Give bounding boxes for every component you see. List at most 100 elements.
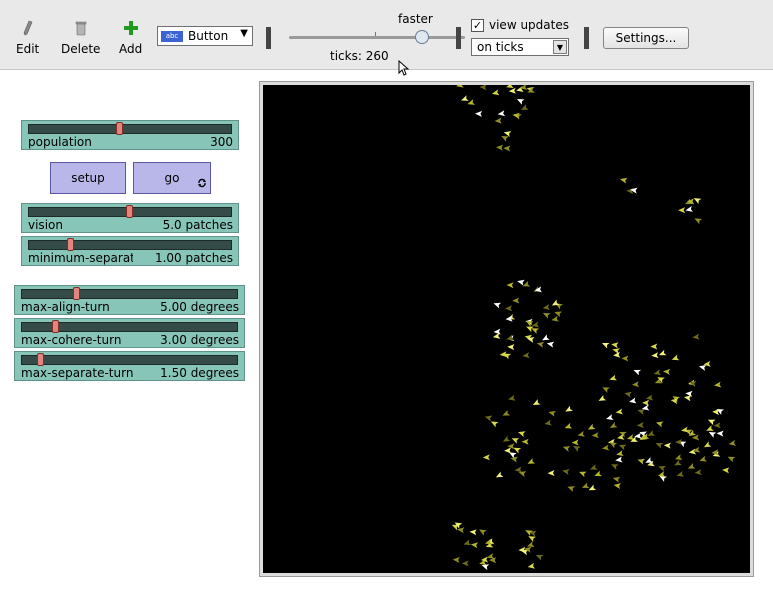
view-updates-checkbox[interactable]: ✓ [471,19,484,32]
slider-label: vision [28,218,63,232]
slider-max-cohere-turn[interactable]: max-cohere-turn 3.00 degrees [14,318,245,348]
plus-icon [119,20,142,36]
turtle [694,469,702,476]
turtle [687,463,696,469]
turtle [535,554,544,561]
turtle [642,399,650,406]
turtle [633,369,642,376]
turtle [490,421,499,428]
add-tool[interactable]: Add [119,20,142,56]
forever-arrows-icon [197,178,207,191]
turtle [713,422,721,429]
turtle [517,279,525,286]
turtle [475,110,483,117]
turtle [567,486,576,492]
slider-value: 1.50 degrees [160,366,239,380]
slider-knob[interactable] [67,238,74,251]
slider-value: 3.00 degrees [160,333,239,347]
turtle [594,470,602,477]
slider-knob[interactable] [116,122,123,135]
turtle [692,333,700,340]
turtle [609,374,617,381]
turtle [606,414,614,420]
turtle [602,387,610,394]
turtle [546,341,555,348]
turtle [503,131,512,137]
update-mode-dropdown[interactable]: on ticks ▼ [471,38,569,56]
turtle [469,529,477,536]
turtle [532,399,541,406]
slider-knob[interactable] [73,287,80,300]
turtle [508,87,517,94]
turtle [611,342,619,349]
turtle [522,352,530,359]
toolbar-divider [266,27,271,49]
ticks-label: ticks: [330,49,362,63]
turtle [527,458,536,464]
turtle [588,484,597,491]
turtle [658,349,667,356]
turtle [716,430,724,437]
toolbar-divider [456,27,461,49]
slider-track[interactable] [21,355,238,365]
slider-track[interactable] [28,240,232,250]
trash-icon [61,20,100,36]
setup-button[interactable]: setup [50,162,126,194]
turtle [520,104,529,110]
slider-knob[interactable] [37,353,44,366]
turtle [507,344,515,351]
turtle [663,442,671,449]
turtle [542,334,550,341]
turtle [663,368,671,375]
turtle [505,305,513,312]
turtle [685,390,693,397]
slider-population[interactable]: population 300 [21,120,239,150]
slider-minimum-separation[interactable]: minimum-separat... 1.00 patches [21,236,239,266]
speed-slider-knob[interactable] [415,30,429,44]
turtle [612,476,621,483]
turtle [615,456,623,463]
slider-knob[interactable] [52,320,59,333]
turtle [510,456,518,463]
turtle [506,282,514,289]
slider-label: max-separate-turn [21,366,134,380]
turtle [609,421,618,428]
turtle [491,89,500,96]
slider-max-align-turn[interactable]: max-align-turn 5.00 degrees [14,285,245,315]
turtle [479,85,487,91]
slider-vision[interactable]: vision 5.0 patches [21,203,239,233]
netlogo-interface: Edit Delete Add abc Button ▼ faster tick… [0,0,773,589]
turtle [636,421,645,428]
turtle [728,439,737,446]
turtle [547,469,555,476]
speed-slider-track[interactable] [289,36,465,39]
go-button[interactable]: go [133,162,211,194]
slider-track[interactable] [21,289,238,299]
slider-track[interactable] [28,124,232,134]
delete-tool[interactable]: Delete [61,20,100,56]
edit-tool[interactable]: Edit [16,20,39,56]
settings-button[interactable]: Settings... [603,27,689,49]
turtle [502,435,511,442]
turtle [493,302,502,309]
turtle [651,352,659,359]
widget-type-dropdown[interactable]: abc Button ▼ [157,26,253,46]
slider-max-separate-turn[interactable]: max-separate-turn 1.50 degrees [14,351,245,381]
turtle [493,328,501,335]
turtle [527,562,536,569]
slider-knob[interactable] [126,205,133,218]
turtle [601,343,610,349]
turtle [573,445,581,452]
turtle [484,415,493,422]
turtle [722,467,730,474]
world-canvas[interactable] [263,85,750,573]
speed-label: faster [398,12,433,26]
slider-value: 1.00 patches [154,251,233,265]
turtle [589,464,598,470]
turtle [456,85,464,88]
slider-value: 300 [210,135,233,149]
world-view[interactable] [259,81,754,577]
turtle [507,443,515,450]
speed-slider-tick [375,32,376,36]
turtle [703,441,712,448]
